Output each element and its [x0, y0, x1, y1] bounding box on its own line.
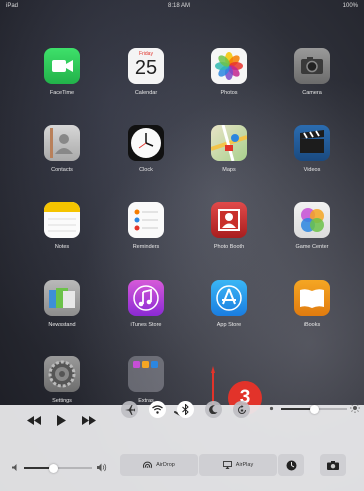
- airdrop-button[interactable]: AirDrop: [120, 454, 198, 476]
- app-contacts[interactable]: Contacts: [27, 125, 97, 205]
- rewind-icon[interactable]: [27, 416, 41, 425]
- app-videos[interactable]: Videos: [277, 125, 347, 205]
- app-label: Extras: [138, 398, 154, 404]
- wifi-toggle[interactable]: [149, 401, 166, 418]
- swipe-up-arrow: [211, 366, 215, 406]
- do-not-disturb-toggle[interactable]: [205, 401, 222, 418]
- app-photos[interactable]: Photos: [194, 48, 264, 128]
- app-label: Notes: [54, 244, 70, 250]
- reminders-icon: [128, 202, 164, 238]
- bluetooth-icon: [182, 404, 189, 415]
- status-bar: iPad 8:18 AM 100%: [0, 0, 364, 12]
- game-center-icon: [294, 202, 330, 238]
- camera-icon: [294, 48, 330, 84]
- app-label: Settings: [52, 398, 72, 404]
- airdrop-label: AirDrop: [156, 462, 175, 468]
- app-label: Maps: [222, 167, 236, 173]
- app-label: Game Center: [295, 244, 329, 250]
- app-maps[interactable]: Maps: [194, 125, 264, 205]
- volume-high-icon: [97, 463, 107, 472]
- camera-button[interactable]: [320, 454, 346, 476]
- brightness-low-icon: [269, 406, 274, 411]
- airdrop-icon: [143, 461, 153, 469]
- app-label: Photo Booth: [213, 244, 245, 250]
- app-game-center[interactable]: Game Center: [277, 202, 347, 282]
- moon-icon: [209, 405, 218, 414]
- fast-forward-icon[interactable]: [82, 416, 96, 425]
- app-label: Reminders: [132, 244, 160, 250]
- airplay-label: AirPlay: [235, 462, 254, 468]
- app-notes[interactable]: Notes: [27, 202, 97, 282]
- app-label: Camera: [302, 90, 322, 96]
- app-label: Videos: [303, 167, 321, 173]
- volume-low-icon: [12, 464, 17, 471]
- camera-icon: [327, 460, 339, 470]
- timer-icon: [286, 460, 296, 470]
- airplane-icon: [124, 404, 135, 415]
- app-camera[interactable]: Camera: [277, 48, 347, 128]
- timer-button[interactable]: [278, 454, 304, 476]
- notes-icon: [44, 202, 80, 238]
- volume-slider[interactable]: [24, 463, 92, 473]
- carrier-label: iPad: [6, 3, 19, 9]
- status-time: 8:18 AM: [168, 3, 191, 9]
- bluetooth-toggle[interactable]: [177, 401, 194, 418]
- app-label: Calendar: [134, 90, 158, 96]
- folder-icon: [128, 356, 164, 392]
- brightness-slider-knob[interactable]: [309, 404, 319, 414]
- app-clock[interactable]: Clock: [111, 125, 181, 205]
- app-reminders[interactable]: Reminders: [111, 202, 181, 282]
- app-newsstand[interactable]: Newsstand: [27, 280, 97, 360]
- wifi-icon: [152, 405, 163, 414]
- brightness-slider[interactable]: [281, 404, 347, 414]
- rotation-lock-toggle[interactable]: [233, 401, 250, 418]
- airplane-mode-toggle[interactable]: [121, 401, 138, 418]
- app-app-store[interactable]: App Store: [194, 280, 264, 360]
- rotation-lock-icon: [237, 404, 246, 414]
- volume-slider-knob[interactable]: [49, 463, 59, 473]
- airplay-button[interactable]: AirPlay: [199, 454, 277, 476]
- app-store-icon: [211, 280, 247, 316]
- app-itunes-store[interactable]: iTunes Store: [111, 280, 181, 360]
- app-label: Contacts: [51, 167, 73, 173]
- app-label: FaceTime: [49, 90, 75, 96]
- photos-icon: [211, 48, 247, 84]
- play-icon[interactable]: [57, 415, 66, 426]
- maps-icon: [211, 125, 247, 161]
- app-label: iTunes Store: [130, 322, 162, 328]
- ibooks-icon: [294, 280, 330, 316]
- app-label: iBooks: [303, 322, 321, 328]
- control-center: AirDrop AirPlay: [0, 401, 364, 491]
- calendar-icon: Friday 25: [128, 48, 164, 84]
- app-facetime[interactable]: FaceTime: [27, 48, 97, 128]
- app-ibooks[interactable]: iBooks: [277, 280, 347, 360]
- app-calendar[interactable]: Friday 25 Calendar: [111, 48, 181, 128]
- calendar-day: 25: [134, 57, 158, 79]
- battery-level: 100%: [342, 3, 358, 9]
- app-label: App Store: [216, 322, 242, 328]
- app-photo-booth[interactable]: Photo Booth: [194, 202, 264, 282]
- photo-booth-icon: [211, 202, 247, 238]
- itunes-store-icon: [128, 280, 164, 316]
- app-label: Newsstand: [48, 322, 76, 328]
- clock-icon: [128, 125, 164, 161]
- facetime-icon: [44, 48, 80, 84]
- airplay-icon: [222, 461, 232, 469]
- brightness-high-icon: [350, 403, 360, 413]
- videos-icon: [294, 125, 330, 161]
- contacts-icon: [44, 125, 80, 161]
- app-label: Clock: [139, 167, 153, 173]
- settings-icon: [44, 356, 80, 392]
- app-label: Photos: [220, 90, 238, 96]
- newsstand-icon: [44, 280, 80, 316]
